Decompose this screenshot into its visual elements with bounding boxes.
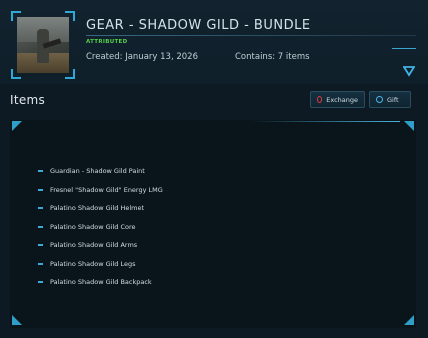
items-section-title: Items bbox=[10, 93, 46, 107]
item-label: Palatino Shadow Gild Arms bbox=[50, 241, 138, 250]
list-item: Palatino Shadow Gild Backpack bbox=[38, 273, 163, 292]
panel-accent-line bbox=[250, 121, 400, 122]
header-accent-line bbox=[392, 48, 416, 49]
panel-corner-triangle bbox=[12, 315, 22, 325]
list-item: Fresnel "Shadow Gild" Energy LMG bbox=[38, 181, 163, 200]
bullet-icon bbox=[38, 188, 43, 191]
gift-button[interactable]: Gift bbox=[369, 91, 411, 108]
bundle-thumbnail-frame[interactable] bbox=[11, 11, 75, 79]
items-list: Guardian - Shadow Gild Paint Fresnel "Sh… bbox=[38, 162, 163, 292]
bullet-icon bbox=[38, 225, 43, 228]
title-divider bbox=[86, 35, 416, 36]
bullet-icon bbox=[38, 207, 43, 210]
bullet-icon bbox=[38, 262, 43, 265]
list-item: Palatino Shadow Gild Arms bbox=[38, 236, 163, 255]
created-date: Created: January 13, 2026 bbox=[86, 52, 198, 62]
attributed-badge: ATTRIBUTED bbox=[86, 39, 128, 45]
bundle-header: GEAR - SHADOW GILD - BUNDLE ATTRIBUTED C… bbox=[0, 0, 428, 84]
panel-corner-triangle bbox=[12, 121, 22, 131]
item-label: Palatino Shadow Gild Helmet bbox=[50, 204, 145, 213]
list-item: Palatino Shadow Gild Helmet bbox=[38, 199, 163, 218]
bundle-thumbnail-image bbox=[17, 17, 69, 73]
bullet-icon bbox=[38, 244, 43, 247]
list-item: Palatino Shadow Gild Legs bbox=[38, 255, 163, 274]
item-label: Palatino Shadow Gild Core bbox=[50, 222, 136, 231]
item-label: Palatino Shadow Gild Backpack bbox=[50, 278, 152, 287]
bundle-title: GEAR - SHADOW GILD - BUNDLE bbox=[86, 18, 311, 33]
bullet-icon bbox=[38, 281, 43, 284]
panel-corner-triangle bbox=[404, 315, 414, 325]
exchange-button[interactable]: Exchange bbox=[310, 91, 365, 108]
exchange-icon bbox=[317, 96, 323, 103]
list-item: Guardian - Shadow Gild Paint bbox=[38, 162, 163, 181]
gift-icon bbox=[376, 96, 383, 103]
chevron-down-icon bbox=[403, 65, 415, 77]
item-label: Fresnel "Shadow Gild" Energy LMG bbox=[50, 185, 163, 194]
exchange-button-label: Exchange bbox=[326, 95, 358, 104]
panel-corner-triangle bbox=[404, 121, 414, 131]
list-item: Palatino Shadow Gild Core bbox=[38, 218, 163, 237]
gift-button-label: Gift bbox=[387, 95, 399, 104]
item-count: Contains: 7 items bbox=[235, 52, 310, 62]
bullet-icon bbox=[38, 170, 43, 173]
expand-toggle-button[interactable] bbox=[402, 65, 416, 77]
item-label: Guardian - Shadow Gild Paint bbox=[50, 167, 145, 176]
item-label: Palatino Shadow Gild Legs bbox=[50, 259, 136, 268]
